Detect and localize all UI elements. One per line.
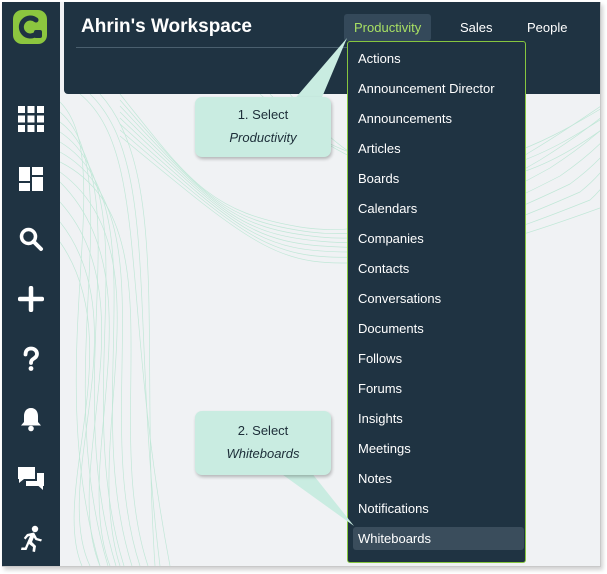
menu-item-contacts[interactable]: Contacts (353, 257, 524, 280)
header-divider (76, 47, 358, 48)
menu-item-announcement-director[interactable]: Announcement Director (353, 77, 524, 100)
menu-item-notifications[interactable]: Notifications (353, 497, 524, 520)
menu-item-forums[interactable]: Forums (353, 377, 524, 400)
callout-step-2-target: Whiteboards (226, 446, 300, 461)
menu-item-notes[interactable]: Notes (353, 467, 524, 490)
menu-item-boards[interactable]: Boards (353, 167, 524, 190)
menu-item-insights[interactable]: Insights (353, 407, 524, 430)
app-window: Ahrin's Workspace Productivity Sales Peo… (2, 2, 601, 567)
help-icon[interactable] (15, 343, 47, 375)
menu-item-conversations[interactable]: Conversations (353, 287, 524, 310)
workspace-title: Ahrin's Workspace (81, 16, 252, 37)
menu-item-whiteboards[interactable]: Whiteboards (353, 527, 524, 550)
dashboard-icon[interactable] (15, 163, 47, 195)
activity-icon[interactable] (15, 523, 47, 555)
menu-item-companies[interactable]: Companies (353, 227, 524, 250)
menu-item-documents[interactable]: Documents (353, 317, 524, 340)
callout-step-1: 1. Select Productivity (195, 97, 331, 157)
menu-item-meetings[interactable]: Meetings (353, 437, 524, 460)
productivity-dropdown-menu: Actions Announcement Director Announceme… (347, 41, 526, 563)
chat-icon[interactable] (15, 463, 47, 495)
search-icon[interactable] (15, 223, 47, 255)
callout-step-2: 2. Select Whiteboards (195, 411, 331, 475)
callout-step-2-number: 2. Select (237, 423, 289, 438)
callout-step-1-number: 1. Select (237, 107, 289, 122)
app-logo (13, 10, 47, 44)
tab-people[interactable]: People (517, 14, 577, 41)
menu-item-actions[interactable]: Actions (353, 47, 524, 70)
bell-icon[interactable] (15, 403, 47, 435)
menu-item-calendars[interactable]: Calendars (353, 197, 524, 220)
menu-item-announcements[interactable]: Announcements (353, 107, 524, 130)
plus-icon[interactable] (15, 283, 47, 315)
tab-productivity[interactable]: Productivity (344, 14, 432, 41)
menu-item-articles[interactable]: Articles (353, 137, 524, 160)
apps-grid-icon[interactable] (15, 103, 47, 135)
tab-sales[interactable]: Sales (450, 14, 503, 41)
sidebar (2, 2, 60, 566)
menu-item-follows[interactable]: Follows (353, 347, 524, 370)
callout-step-1-target: Productivity (229, 130, 297, 145)
